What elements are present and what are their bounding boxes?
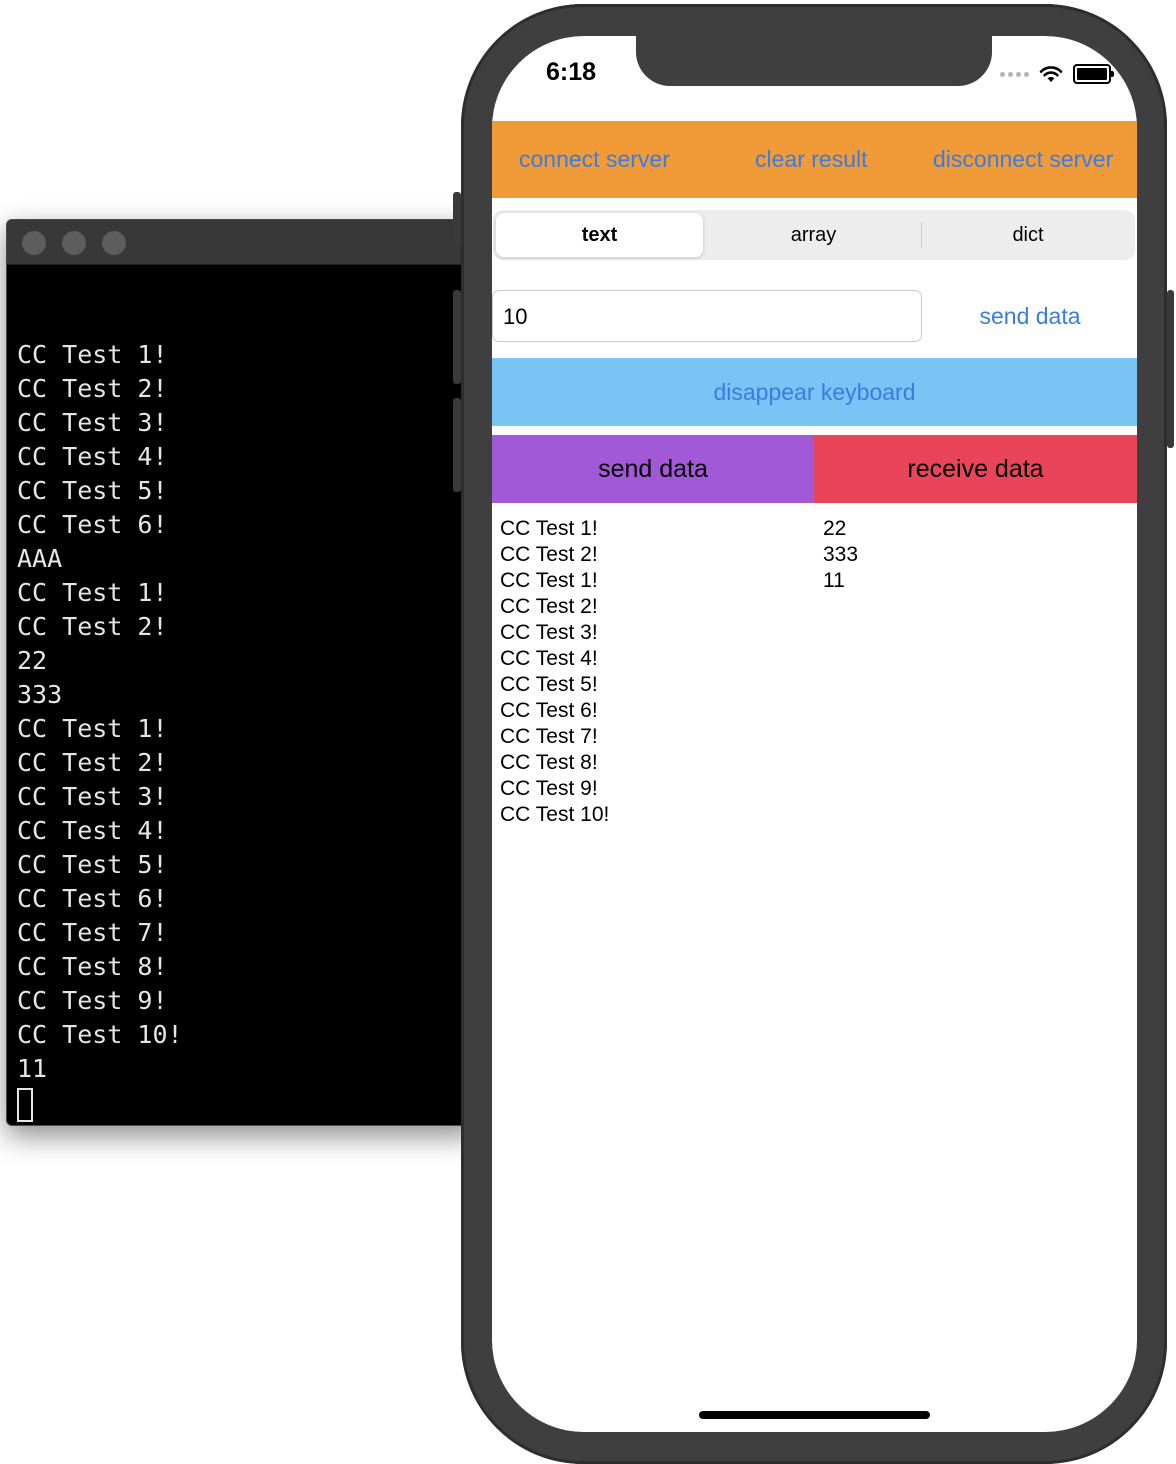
notch [636, 36, 992, 86]
status-icons [1000, 64, 1114, 84]
terminal-window: CC Test 1! CC Test 2! CC Test 3! CC Test 4!… [6, 219, 478, 1126]
terminal-line: CC Test 6! [17, 510, 168, 539]
disconnect-server-button[interactable]: disconnect server [933, 121, 1113, 198]
mute-switch [453, 192, 461, 244]
list-item: CC Test 1! [500, 517, 598, 540]
terminal-line: 22 [17, 646, 48, 675]
list-item: 22 [823, 517, 847, 540]
send-data-button[interactable]: send data [930, 290, 1130, 342]
close-window-button[interactable] [22, 231, 46, 255]
list-item: CC Test 2! [500, 543, 598, 566]
terminal-line: CC Test 4! [17, 816, 168, 845]
list-item: CC Test 1! [500, 569, 598, 592]
terminal-line: CC Test 2! [17, 374, 168, 403]
list-item: 333 [823, 543, 859, 566]
minimize-window-button[interactable] [62, 231, 86, 255]
list-item: CC Test 6! [500, 699, 598, 722]
receive-data-header: receive data [814, 435, 1137, 503]
list-item: CC Test 3! [500, 621, 598, 644]
volume-down-button [453, 398, 461, 492]
segment-dict[interactable]: dict [923, 213, 1133, 257]
list-item: CC Test 4! [500, 647, 598, 670]
terminal-line: CC Test 1! [17, 714, 168, 743]
terminal-line: CC Test 2! [17, 612, 168, 641]
terminal-line: CC Test 6! [17, 884, 168, 913]
send-data-header: send data [492, 435, 814, 503]
sent-data-list: CC Test 1! CC Test 2! CC Test 1! CC Test 2!… [500, 516, 609, 828]
list-item: CC Test 5! [500, 673, 598, 696]
disappear-keyboard-button[interactable]: disappear keyboard [492, 358, 1137, 426]
terminal-line: 333 [17, 680, 63, 709]
terminal-line: CC Test 10! [17, 1020, 183, 1049]
segment-array[interactable]: array [707, 213, 920, 257]
terminal-line: CC Test 7! [17, 918, 168, 947]
terminal-titlebar [7, 220, 477, 265]
cellular-signal-icon [1000, 71, 1029, 77]
terminal-line: CC Test 3! [17, 408, 168, 437]
data-type-segmented-control: text array dict [493, 210, 1135, 260]
terminal-line: CC Test 8! [17, 952, 168, 981]
terminal-line: CC Test 3! [17, 782, 168, 811]
terminal-line: AAA [17, 544, 63, 573]
clear-result-button[interactable]: clear result [755, 121, 867, 198]
list-item: CC Test 7! [500, 725, 598, 748]
terminal-line: CC Test 2! [17, 748, 168, 777]
list-item: CC Test 8! [500, 751, 598, 774]
battery-icon [1073, 64, 1114, 84]
zoom-window-button[interactable] [102, 231, 126, 255]
list-item: CC Test 10! [500, 803, 610, 826]
wifi-icon [1039, 66, 1063, 82]
segment-divider [921, 222, 922, 248]
terminal-line: CC Test 1! [17, 578, 168, 607]
received-data-list: 22 333 11 [823, 516, 858, 594]
list-item: CC Test 9! [500, 777, 598, 800]
power-button [1167, 290, 1174, 448]
message-input[interactable]: 10 [492, 290, 922, 342]
segment-text[interactable]: text [496, 213, 703, 257]
server-toolbar: connect server clear result disconnect s… [492, 121, 1137, 198]
phone-screen: 6:18 connect server clear result disconn… [492, 36, 1137, 1432]
home-indicator[interactable] [699, 1411, 930, 1419]
status-time: 6:18 [546, 58, 597, 86]
terminal-line: CC Test 5! [17, 850, 168, 879]
terminal-line: CC Test 5! [17, 476, 168, 505]
terminal-line: 11 [17, 1054, 48, 1083]
list-item: 11 [823, 569, 845, 592]
volume-up-button [453, 290, 461, 384]
list-item: CC Test 2! [500, 595, 598, 618]
terminal-line: CC Test 4! [17, 442, 168, 471]
terminal-line: CC Test 9! [17, 986, 168, 1015]
connect-server-button[interactable]: connect server [519, 121, 670, 198]
terminal-cursor [17, 1088, 33, 1122]
terminal-line: CC Test 1! [17, 340, 168, 369]
terminal-output: CC Test 1! CC Test 2! CC Test 3! CC Test 4!… [17, 338, 477, 1122]
